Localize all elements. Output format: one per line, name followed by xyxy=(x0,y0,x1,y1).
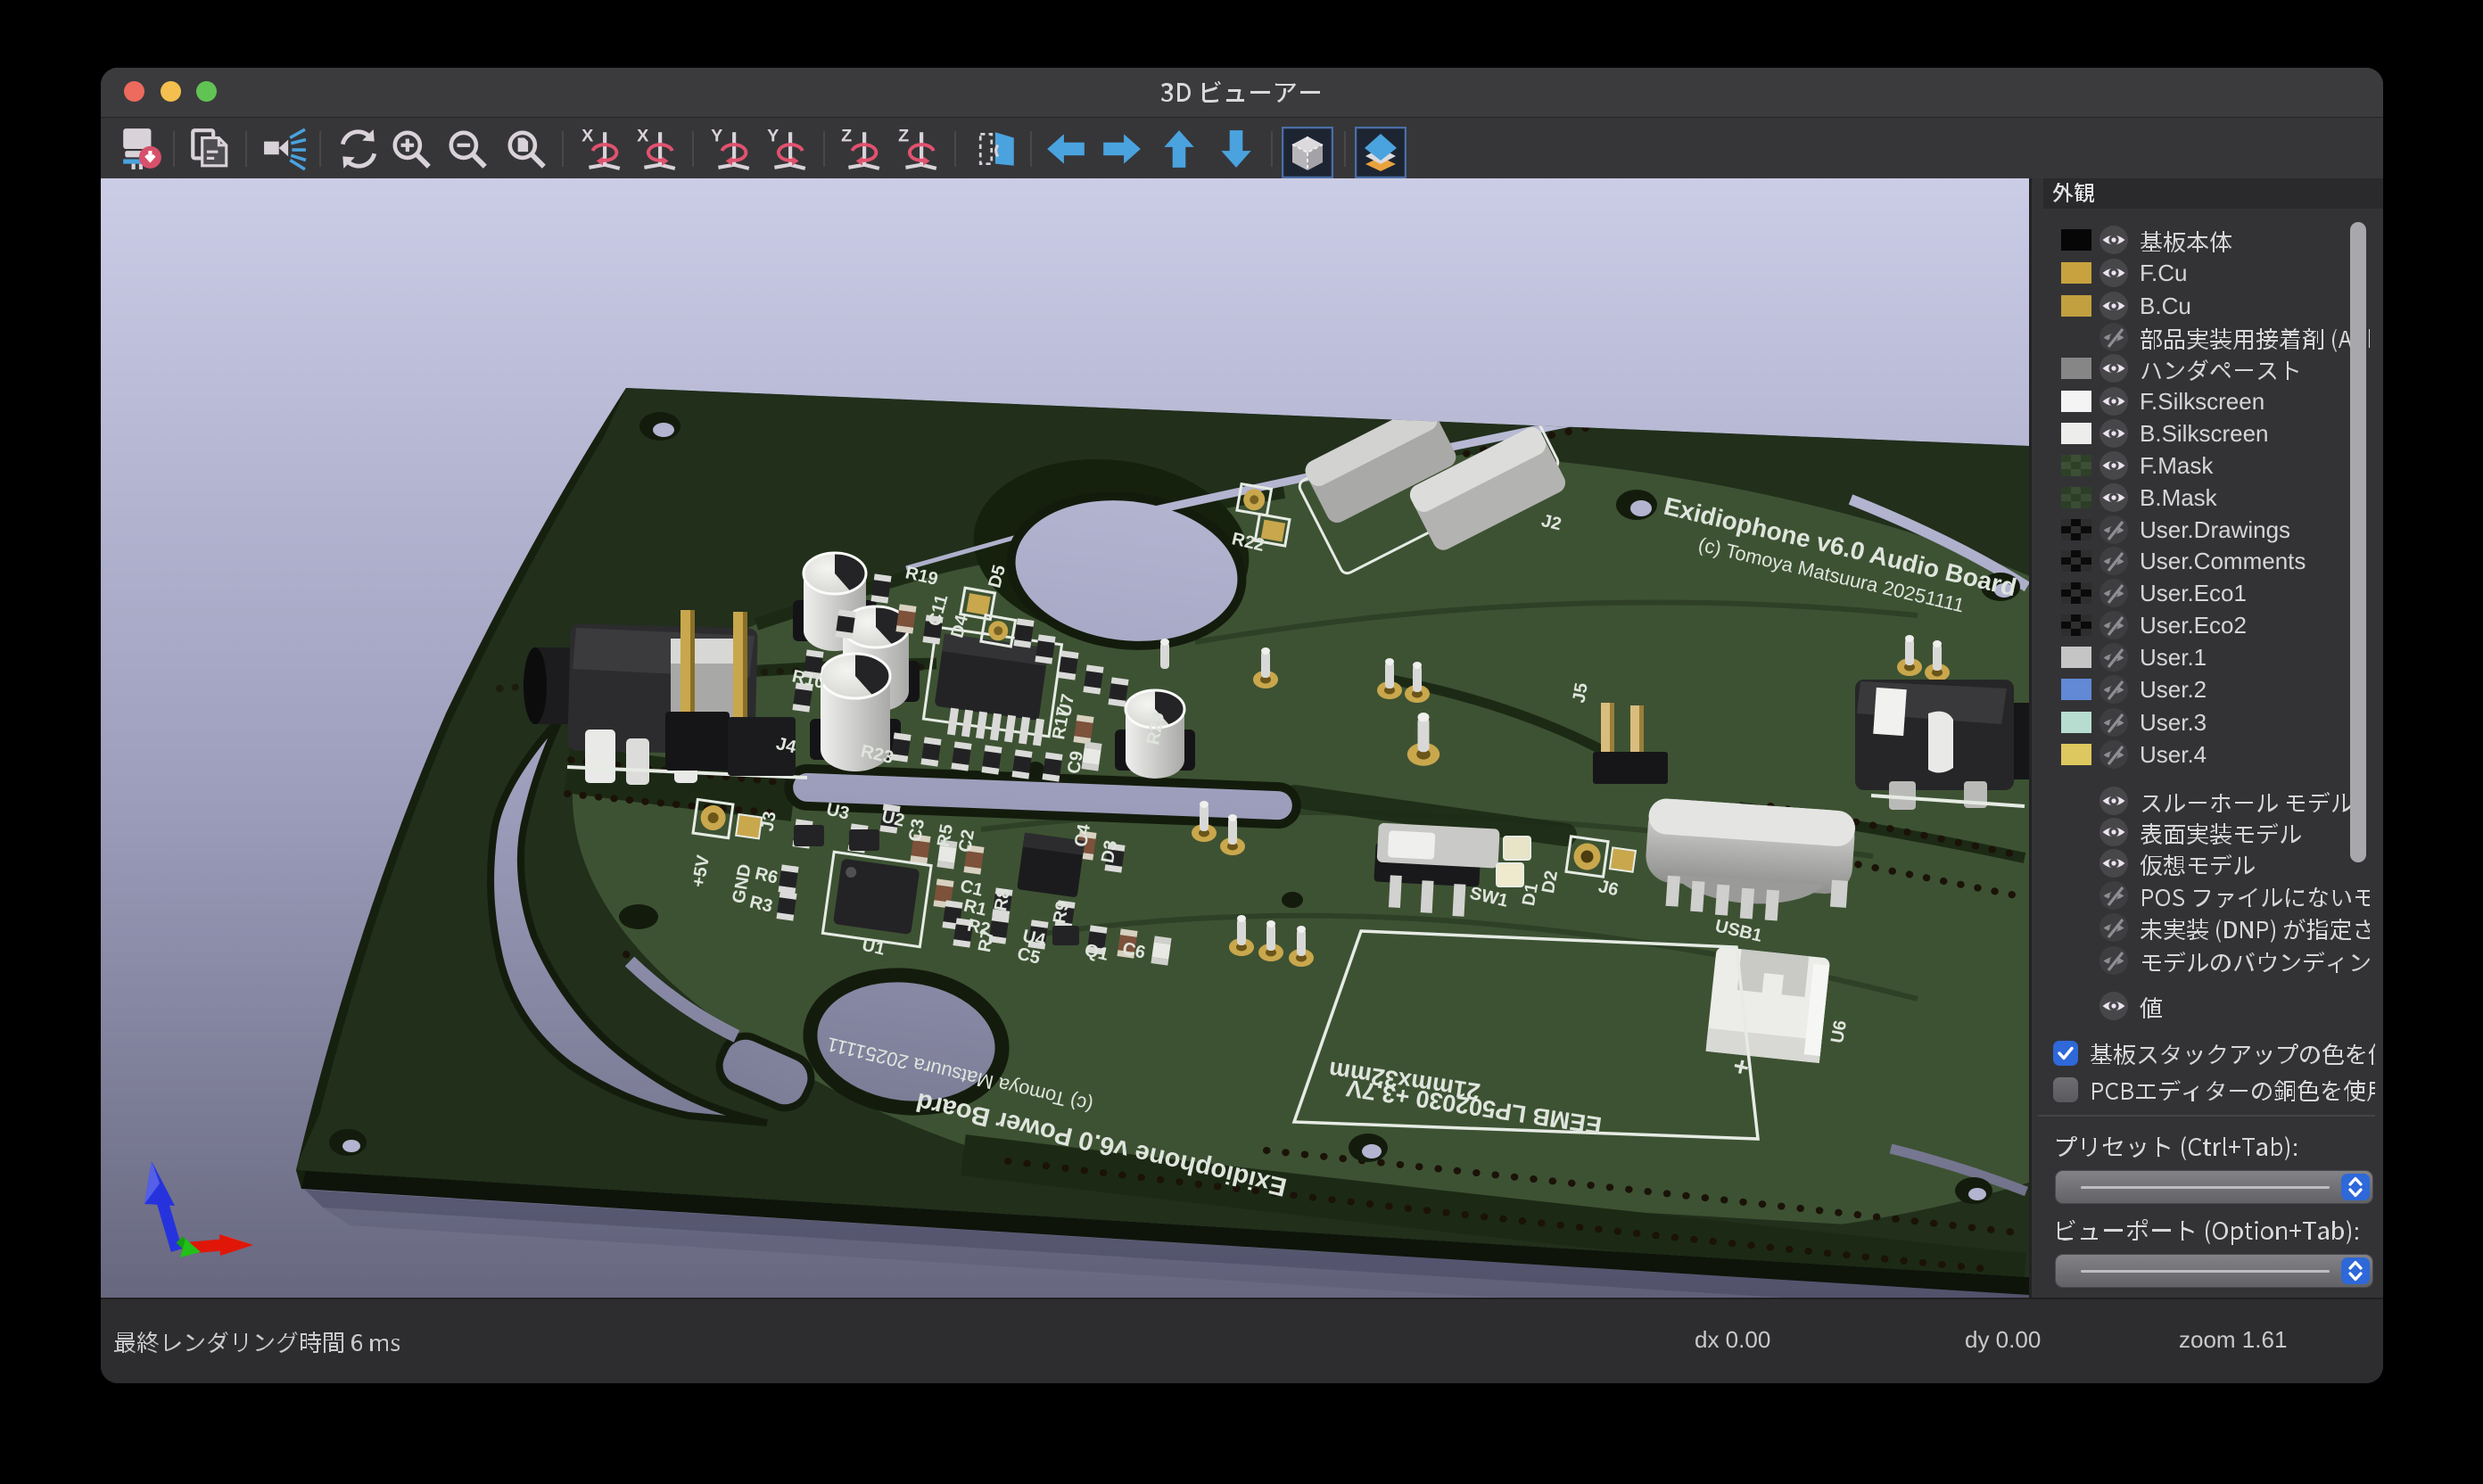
svg-text:R9: R9 xyxy=(1050,899,1073,925)
svg-text:C9: C9 xyxy=(1064,749,1087,775)
svg-text:U6: U6 xyxy=(1827,1018,1851,1044)
svg-text:R8: R8 xyxy=(991,886,1014,912)
svg-text:C4: C4 xyxy=(1071,822,1094,849)
svg-text:Z: Z xyxy=(898,127,909,146)
svg-text:C2: C2 xyxy=(955,828,978,853)
svg-text:C3: C3 xyxy=(905,817,928,843)
svg-text:J3: J3 xyxy=(757,810,780,833)
svg-text:Z: Z xyxy=(841,127,852,146)
svg-text:J5: J5 xyxy=(1569,681,1592,705)
svg-text:D3: D3 xyxy=(1098,838,1121,864)
svg-text:R5: R5 xyxy=(934,822,957,848)
svg-text:X: X xyxy=(582,127,594,146)
svg-text:Y: Y xyxy=(767,127,779,146)
svg-text:D2: D2 xyxy=(1538,869,1562,895)
svg-text:D1: D1 xyxy=(1519,881,1542,907)
svg-text:X: X xyxy=(637,127,649,146)
svg-text:Y: Y xyxy=(711,127,722,146)
